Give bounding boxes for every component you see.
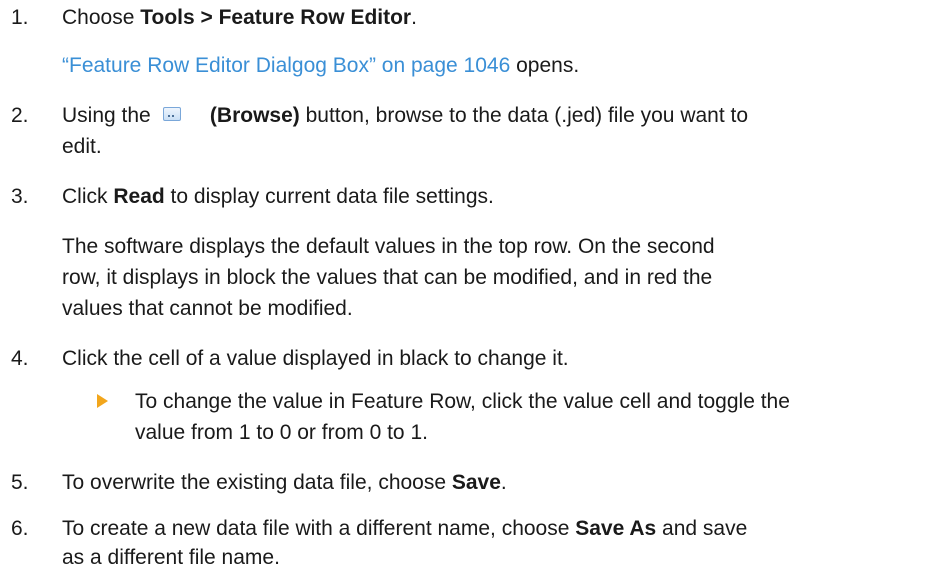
button-name: Read [113,185,165,208]
step-text: button, browse to the data (.jed) file y… [299,104,749,127]
step-number: 2. [11,104,29,127]
button-name: (Browse) [209,104,300,127]
step-1-result: “Feature Row Editor Dialgog Box” on page… [62,50,579,81]
bullet-line-1: To change the value in Feature Row, clic… [135,386,790,417]
step-3-note-line-2: row, it displays in block the values tha… [62,262,712,293]
note-text: The software displays the default values… [62,235,715,258]
step-3-note-line-1: The software displays the default values… [62,231,715,262]
menu-path: Tools > Feature Row Editor [140,6,412,29]
step-text: . [411,6,417,29]
bullet-text: value from 1 to 0 or from 0 to 1. [135,421,428,444]
step-text: . [500,471,507,494]
bullet-arrow-icon [97,394,108,408]
step-6-continued: as a different file name. [62,542,280,573]
step-text: and save [656,517,748,540]
note-text: values that cannot be modified. [62,297,353,320]
step-text: Choose [62,6,141,29]
step-text: To create a new data file with a differe… [62,517,576,540]
step-text: as a different file name. [62,546,280,569]
step-number: 3. [11,185,29,208]
button-name: Save As [575,517,657,540]
step-number: 5. [11,471,29,494]
note-text: row, it displays in block the values tha… [62,266,713,289]
cross-reference-link[interactable]: “Feature Row Editor Dialgog Box” on page… [62,54,510,77]
step-2-continued: edit. [62,131,102,162]
step-text: Click the cell of a value displayed in b… [62,347,569,370]
browse-button-icon [162,107,181,121]
step-text: To overwrite the existing data file, cho… [62,471,452,494]
step-text: edit. [62,135,102,158]
bullet-line-2: value from 1 to 0 or from 0 to 1. [135,417,428,448]
step-number: 1. [11,6,29,29]
step-text: to display current data file settings. [164,185,494,208]
bullet-text: To change the value in Feature Row, clic… [135,390,790,413]
step-text: Using the [62,104,157,127]
step-number: 6. [11,517,29,540]
button-name: Save [451,471,501,494]
document-page: 1. Choose Tools > Feature Row Editor. “F… [0,0,930,573]
note-text: opens. [510,54,580,77]
step-number: 4. [11,347,29,370]
step-3-note-line-3: values that cannot be modified. [62,293,353,324]
step-text: Click [62,185,114,208]
